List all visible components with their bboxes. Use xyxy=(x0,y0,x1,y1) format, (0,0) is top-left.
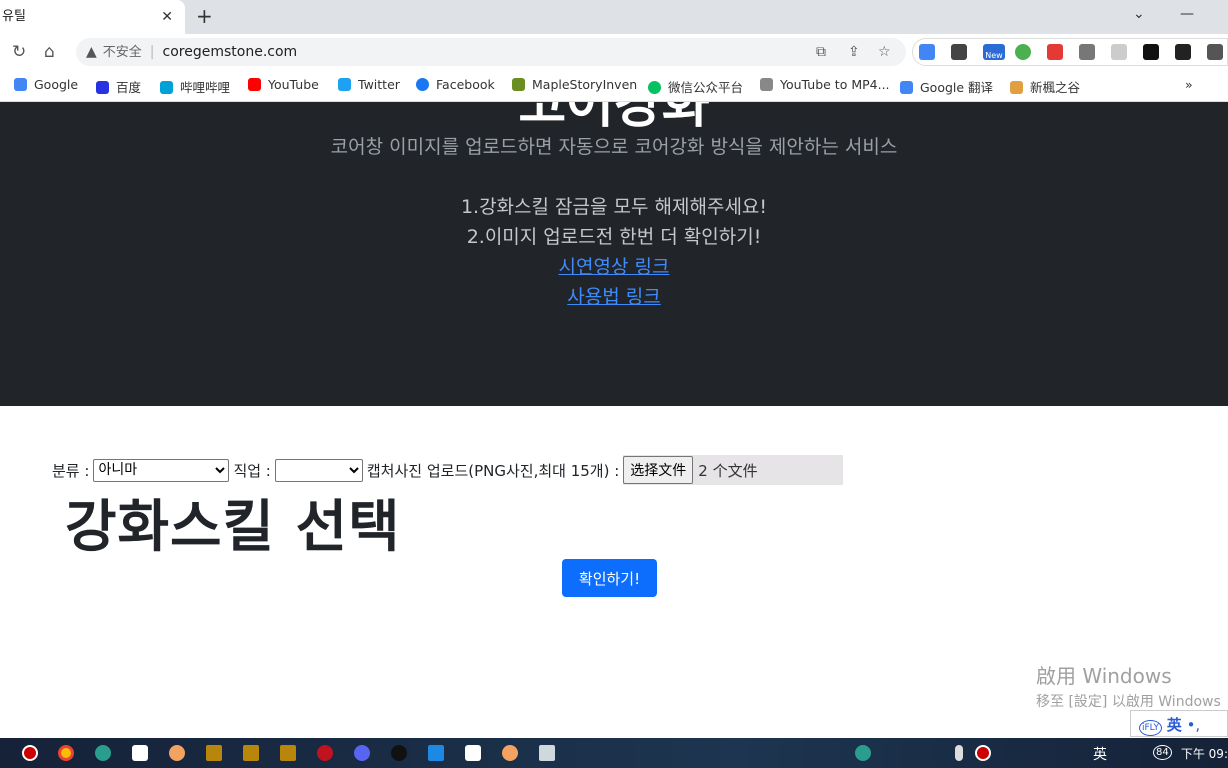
tab-active[interactable]: 유틸 ✕ xyxy=(0,0,185,34)
toolbar: ↻ ⌂ ▲ 不安全 | coregemstone.com ⧉ ⇪ ☆ New xyxy=(0,34,1228,70)
hero-section: 코어강화 코어창 이미지를 업로드하면 자동으로 코어강화 방식을 제안하는 서… xyxy=(0,102,1228,406)
input-language[interactable]: 英 xyxy=(1093,744,1107,764)
home-icon[interactable]: ⌂ xyxy=(44,42,55,62)
hero-subtitle: 코어창 이미지를 업로드하면 자동으로 코어강화 방식을 제안하는 서비스 xyxy=(330,136,898,158)
bookmark[interactable]: 百度 xyxy=(96,77,141,96)
confirm-button[interactable]: 확인하기! xyxy=(562,559,657,597)
bookmark[interactable]: 哔哩哔哩 xyxy=(160,77,230,96)
app-icon[interactable] xyxy=(95,745,111,761)
app-icon[interactable] xyxy=(502,745,518,761)
more-bookmarks-button[interactable]: » xyxy=(1185,77,1193,92)
choose-file-button[interactable]: 选择文件 xyxy=(623,456,694,484)
category-select[interactable]: 아니마 xyxy=(93,458,230,482)
instruction-1: 1.강화스킬 잠금을 모두 해제해주세요! xyxy=(460,196,768,218)
minimize-icon[interactable]: — xyxy=(1180,6,1194,22)
tab-search-icon[interactable]: ⌄ xyxy=(1133,6,1145,22)
bookmark[interactable]: Google xyxy=(14,77,78,92)
reload-icon[interactable]: ↻ xyxy=(12,42,26,62)
extension-icon[interactable] xyxy=(1175,44,1191,60)
bookmark[interactable]: Twitter xyxy=(338,77,400,92)
new-tab-button[interactable]: + xyxy=(196,4,213,28)
url-text[interactable]: coregemstone.com xyxy=(163,44,298,60)
bookmark[interactable]: Facebook xyxy=(416,77,495,92)
extension-icon[interactable] xyxy=(951,44,967,60)
extension-icon[interactable] xyxy=(1143,44,1159,60)
warning-icon: ▲ xyxy=(86,44,97,60)
chrome-icon[interactable] xyxy=(58,745,74,761)
section-title: 강화스킬 선택 xyxy=(65,495,401,560)
usage-guide-link[interactable]: 사용법 링크 xyxy=(567,286,660,308)
new-extension-icon[interactable]: New xyxy=(983,44,1005,60)
address-bar[interactable]: ▲ 不安全 | coregemstone.com ⧉ ⇪ ☆ xyxy=(76,38,906,66)
star-icon[interactable]: ☆ xyxy=(878,38,891,66)
instruction-2: 2.이미지 업로드전 한번 더 확인하기! xyxy=(466,226,762,248)
ime-toolbar[interactable]: iFLY 英 •, xyxy=(1130,710,1228,737)
demo-video-link[interactable]: 시연영상 링크 xyxy=(559,256,670,278)
microphone-icon[interactable] xyxy=(955,745,963,761)
puzzle-icon[interactable] xyxy=(1207,44,1223,60)
extension-icon[interactable] xyxy=(1079,44,1095,60)
extensions-bar: New xyxy=(912,38,1228,66)
bookmark[interactable]: 新楓之谷 xyxy=(1010,77,1080,96)
notepad-icon[interactable] xyxy=(539,745,555,761)
tab-title: 유틸 xyxy=(2,9,26,24)
clock[interactable]: 下午 09: xyxy=(1181,745,1228,762)
bookmark[interactable]: MapleStoryInven xyxy=(512,77,637,92)
upload-label: 캡처사진 업로드(PNG사진,최대 15개) : xyxy=(366,461,620,480)
translate-icon[interactable]: ⧉ xyxy=(816,38,826,66)
tray-icon[interactable] xyxy=(975,745,991,761)
extension-icon[interactable] xyxy=(1111,44,1127,60)
extension-icon[interactable] xyxy=(1047,44,1063,60)
battery-indicator[interactable]: 84 xyxy=(1153,745,1172,760)
google-translate-ext-icon[interactable] xyxy=(919,44,935,60)
discord-icon[interactable] xyxy=(354,745,370,761)
bookmark[interactable]: YouTube to MP4... xyxy=(760,77,890,92)
job-label: 직업 : xyxy=(233,461,271,480)
tab-strip: 유틸 ✕ + ⌄ — xyxy=(0,0,1228,34)
file-status: 2 个文件 xyxy=(698,461,758,480)
qq-icon[interactable] xyxy=(391,745,407,761)
upload-form: 분류 : 아니마 직업 : 캡처사진 업로드(PNG사진,최대 15개) : 选… xyxy=(52,455,844,485)
app-icon[interactable] xyxy=(317,745,333,761)
ifly-icon: iFLY xyxy=(1139,720,1162,736)
share-icon[interactable]: ⇪ xyxy=(848,38,860,66)
app-icon[interactable] xyxy=(206,745,222,761)
bookmark[interactable]: YouTube xyxy=(248,77,319,92)
app-icon[interactable] xyxy=(169,745,185,761)
job-select[interactable] xyxy=(274,458,363,482)
app-icon[interactable] xyxy=(465,745,481,761)
tray-icon[interactable] xyxy=(855,745,871,761)
bookmark[interactable]: 微信公众平台 xyxy=(648,77,743,96)
photos-icon[interactable] xyxy=(428,745,444,761)
taskbar: 英 84 下午 09: xyxy=(0,738,1228,768)
extension-icon[interactable] xyxy=(1015,44,1031,60)
bookmark[interactable]: Google 翻译 xyxy=(900,77,993,96)
windows-activation-watermark: 啟用 Windows 移至 [設定] 以啟用 Windows xyxy=(1036,664,1221,710)
ime-mode[interactable]: 英 xyxy=(1167,716,1182,734)
file-input[interactable]: 选择文件 2 个文件 xyxy=(623,455,844,485)
record-app-icon[interactable] xyxy=(22,745,38,761)
category-label: 분류 : xyxy=(52,461,90,480)
app-icon[interactable] xyxy=(243,745,259,761)
bookmarks-bar: Google 百度 哔哩哔哩 YouTube Twitter Facebook … xyxy=(0,70,1228,102)
close-tab-icon[interactable]: ✕ xyxy=(161,0,173,34)
app-icon[interactable] xyxy=(280,745,296,761)
app-icon[interactable] xyxy=(132,745,148,761)
security-label[interactable]: 不安全 xyxy=(103,45,142,60)
